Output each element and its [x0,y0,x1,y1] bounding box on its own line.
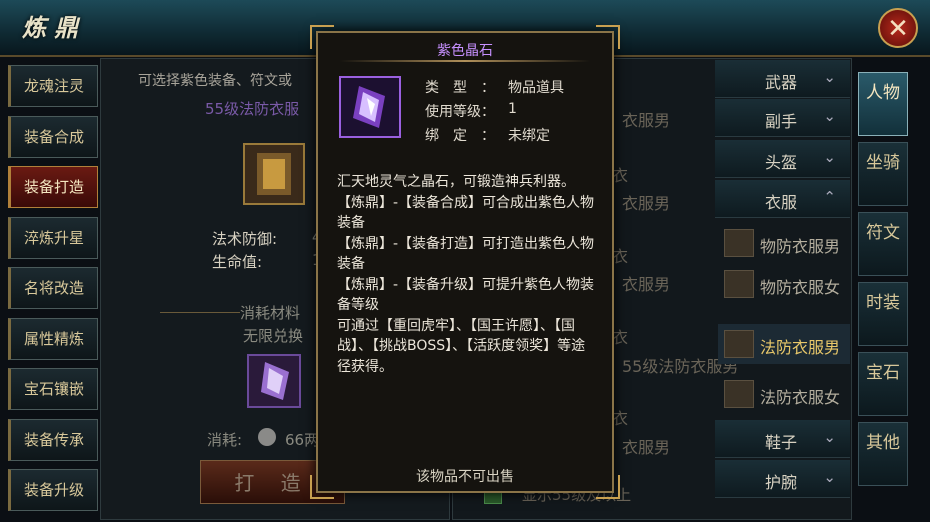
category-label: 护腕 [765,473,798,492]
bind-value: 未绑定 [508,128,550,144]
right-tab[interactable]: 人物 [858,72,908,136]
level-label: 使用等级： [425,104,495,120]
description-line: 可通过【重回虎牢】、【国王许愿】、【国战】、【挑战BOSS】、【活跃度领奖】等途… [337,317,586,375]
right-tab[interactable]: 其他 [858,422,908,486]
armor-icon [257,153,291,195]
left-tab[interactable]: 属性精炼 [8,317,98,360]
category-label: 衣服 [765,193,798,212]
tooltip-title: 紫色晶石 [437,43,493,59]
description-line: 汇天地灵气之晶石，可锻造神兵利器。 [337,174,575,190]
armor-thumb-icon [724,330,754,358]
equipment-list-item[interactable]: 法防衣服女 [718,374,850,414]
title-divider [340,60,590,62]
right-tab[interactable]: 符文 [858,212,908,276]
equipment-name: 物防衣服男 [760,237,841,256]
list-item-bg: 衣 [612,409,629,428]
equipment-name: 法防衣服男 [760,338,841,357]
left-tab[interactable]: 装备合成 [8,115,98,158]
chevron-icon: ⌄ [823,468,836,486]
material-slot[interactable] [247,354,301,408]
equipment-slot[interactable] [243,143,305,205]
item-name: 55级法防衣服 [205,100,300,118]
category-row[interactable]: 衣服 ⌃ [715,180,850,218]
description-line: 【炼鼎】-【装备打造】可打造出紫色人物装备 [337,235,595,273]
materials-title: 消耗材料 [240,304,301,322]
chevron-icon: ⌃ [823,188,836,206]
type-value: 物品道具 [508,80,564,96]
crystal-shape [353,86,385,128]
description-line: 【炼鼎】-【装备升级】可提升紫色人物装备等级 [337,276,595,314]
forge-hint: 可选择紫色装备、符文或 [138,73,292,89]
left-tab[interactable]: 名将改造 [8,267,98,309]
not-sellable-note: 该物品不可出售 [416,469,514,485]
level-value: 1 [508,101,517,117]
left-tab[interactable]: 龙魂注灵 [8,65,98,107]
list-item-bg: 衣服男 [622,438,671,457]
purple-crystal-icon [339,76,401,138]
category-row[interactable]: 武器 ⌄ [715,60,850,98]
cost-value: 66两 [285,431,320,449]
armor-thumb-icon [724,229,754,257]
bind-label: 绑 定 ： [425,128,495,144]
armor-thumb-icon [724,270,754,298]
left-tab[interactable]: 装备升级 [8,469,98,511]
description-line: 【炼鼎】-【装备合成】可合成出紫色人物装备 [337,194,595,232]
equipment-name: 法防衣服女 [760,388,841,407]
right-tab[interactable]: 宝石 [858,352,908,416]
list-item-bg: 衣服男 [622,111,671,130]
right-tab[interactable]: 坐骑 [858,142,908,206]
right-tab[interactable]: 时装 [858,282,908,346]
chevron-icon: ⌄ [823,428,836,446]
equipment-name: 物防衣服女 [760,278,841,297]
category-label: 头盔 [765,153,798,172]
category-label: 鞋子 [765,433,798,452]
divider [160,312,240,313]
list-item-bg: 衣 [612,328,629,347]
armor-thumb-icon [724,380,754,408]
item-description: 汇天地灵气之晶石，可锻造神兵利器。 【炼鼎】-【装备合成】可合成出紫色人物装备 … [337,172,595,377]
category-row[interactable]: 副手 ⌄ [715,99,850,137]
cost-label: 消耗: [207,431,243,449]
equipment-list-item[interactable]: 物防衣服男 [718,223,850,263]
category-row[interactable]: 护腕 ⌄ [715,460,850,498]
equipment-list-item[interactable]: 法防衣服男 [718,324,850,364]
window-title: 炼鼎 [22,13,86,42]
list-item-bg: 衣 [612,166,629,185]
category-row[interactable]: 头盔 ⌄ [715,140,850,178]
list-item-bg: 衣服男 [622,275,671,294]
silver-icon [258,428,276,446]
stat-label: 生命值: [212,253,263,271]
chevron-icon: ⌄ [823,148,836,166]
equipment-list-item[interactable]: 物防衣服女 [718,264,850,304]
list-item-bg: 衣服男 [622,194,671,213]
category-label: 副手 [765,112,798,131]
chevron-icon: ⌄ [823,107,836,125]
left-tab[interactable]: 装备打造 [8,166,98,208]
chevron-icon: ⌄ [823,68,836,86]
left-tab[interactable]: 装备传承 [8,418,98,461]
list-item-bg: 衣 [612,247,629,266]
crystal-icon [261,362,289,400]
close-button[interactable]: ✕ [878,8,918,48]
left-tab[interactable]: 宝石镶嵌 [8,368,98,410]
left-tab[interactable]: 淬炼升星 [8,216,98,259]
stat-label: 法术防御: [212,230,278,248]
type-label: 类 型 ： [425,80,495,96]
materials-subtitle: 无限兑换 [243,327,304,345]
category-row[interactable]: 鞋子 ⌄ [715,420,850,458]
category-label: 武器 [765,73,798,92]
